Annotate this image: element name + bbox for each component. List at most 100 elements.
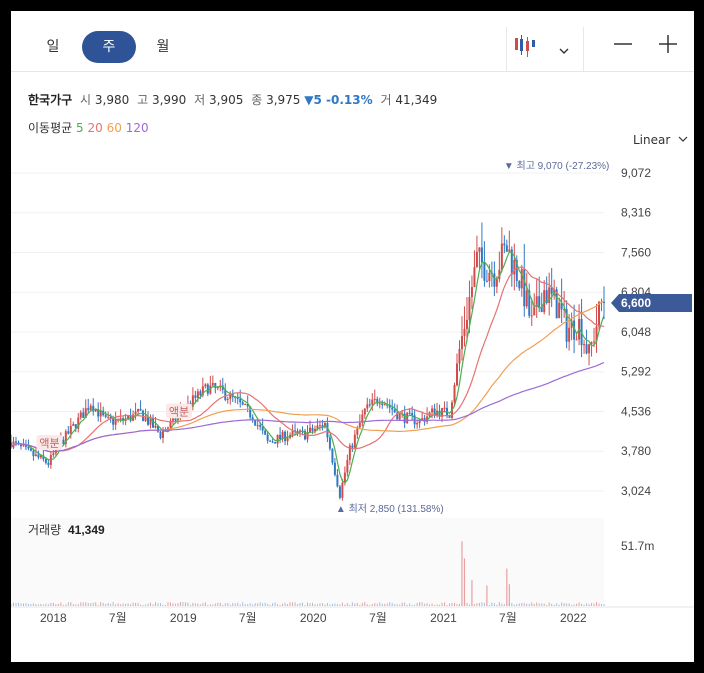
candle-body: [468, 297, 471, 320]
candle-body: [82, 412, 85, 418]
candle-body: [408, 412, 411, 414]
ex-dividend-label: 액분: [39, 437, 59, 450]
x-tick-label: 7월: [109, 611, 127, 625]
candle-body: [485, 280, 488, 282]
candle-body: [241, 402, 244, 405]
candle-body: [453, 385, 456, 403]
candle-body: [159, 431, 162, 438]
candle-body: [588, 344, 591, 354]
candle-body: [391, 407, 394, 410]
candle-body: [199, 391, 202, 396]
low-marker: ▲ 최저 2,850 (131.58%): [336, 503, 444, 515]
candle-body: [276, 434, 279, 444]
candle-body: [495, 279, 498, 287]
candle-body: [22, 445, 25, 447]
candle-body: [271, 441, 274, 443]
candle-body: [226, 399, 229, 401]
candle-body: [383, 404, 386, 406]
candle-body: [139, 408, 142, 411]
x-tick-label: 2022: [560, 611, 587, 625]
candle-body: [89, 405, 92, 411]
candle-body: [363, 408, 366, 415]
y-tick-label: 3,024: [621, 484, 651, 498]
candle-body: [393, 409, 396, 413]
candle-body: [398, 414, 401, 420]
candle-body: [152, 418, 155, 428]
candle-body: [593, 341, 596, 343]
candle-body: [206, 384, 209, 394]
candle-body: [406, 412, 409, 423]
candle-body: [493, 273, 496, 287]
candle-body: [543, 290, 546, 313]
candle-body: [483, 262, 486, 281]
candle-body: [261, 426, 264, 431]
candle-body: [475, 251, 478, 268]
ex-dividend-label: 액분: [169, 405, 189, 418]
candle-body: [34, 454, 37, 457]
candle-body: [286, 437, 289, 442]
last-price-label: 6,600: [621, 296, 651, 310]
candle-body: [558, 302, 561, 319]
candle-body: [284, 431, 287, 442]
candle-body: [87, 408, 90, 411]
candle-body: [259, 425, 262, 427]
candle-body: [311, 427, 314, 431]
x-tick-label: 7월: [369, 611, 387, 625]
candle-body: [378, 403, 381, 405]
candle-body: [244, 403, 247, 405]
candle-body: [256, 425, 259, 427]
candle-body: [371, 399, 374, 405]
volume-axis-tick: 51.7m: [621, 539, 654, 553]
candle-body: [107, 416, 110, 418]
candle-body: [533, 306, 536, 316]
candle-body: [523, 269, 526, 307]
candle-body: [583, 344, 586, 346]
price-chart[interactable]: 9,0728,3167,5606,8046,0485,2924,5363,780…: [11, 11, 694, 662]
candle-body: [79, 412, 82, 418]
candle-body: [520, 269, 523, 289]
candle-body: [373, 398, 376, 400]
y-tick-label: 6,048: [621, 325, 651, 339]
candle-body: [204, 384, 207, 387]
candle-body: [338, 486, 341, 498]
candle-body: [366, 404, 369, 409]
candle-body: [269, 440, 272, 442]
volume-title: 거래량: [28, 523, 61, 537]
candle-body: [473, 267, 476, 288]
candle-body: [333, 462, 336, 475]
candle-body: [279, 434, 282, 439]
x-tick-label: 2018: [40, 611, 67, 625]
candle-body: [518, 280, 521, 289]
candle-body: [575, 339, 578, 341]
volume-title-value: 41,349: [68, 523, 105, 537]
ma-5-line: [11, 251, 605, 484]
y-tick-label: 8,316: [621, 206, 651, 220]
candle-body: [147, 417, 150, 425]
candle-body: [525, 290, 528, 307]
chart-widget: 일 주 월 한국가구 시 3,980 고 3,990 저 3,905 종 3,9…: [11, 11, 694, 662]
candle-body: [346, 460, 349, 473]
candle-body: [254, 420, 257, 426]
candle-body: [455, 363, 458, 386]
candle-body: [318, 425, 321, 427]
candle-body: [144, 417, 147, 421]
x-tick-label: 7월: [499, 611, 517, 625]
x-tick-label: 2020: [300, 611, 327, 625]
y-tick-label: 9,072: [621, 166, 651, 180]
x-tick-label: 7월: [239, 611, 257, 625]
candle-body: [239, 398, 242, 403]
candle-body: [137, 408, 140, 412]
candle-body: [416, 423, 419, 425]
candles: [11, 222, 605, 501]
candle-body: [161, 431, 164, 438]
candle-body: [308, 427, 311, 433]
candle-body: [336, 474, 339, 487]
y-tick-label: 3,780: [621, 444, 651, 458]
candle-body: [460, 336, 463, 350]
candle-body: [368, 404, 371, 406]
candle-body: [470, 287, 473, 298]
candle-body: [505, 245, 508, 252]
candle-body: [72, 424, 75, 426]
candle-body: [266, 434, 269, 441]
x-tick-label: 2019: [170, 611, 197, 625]
